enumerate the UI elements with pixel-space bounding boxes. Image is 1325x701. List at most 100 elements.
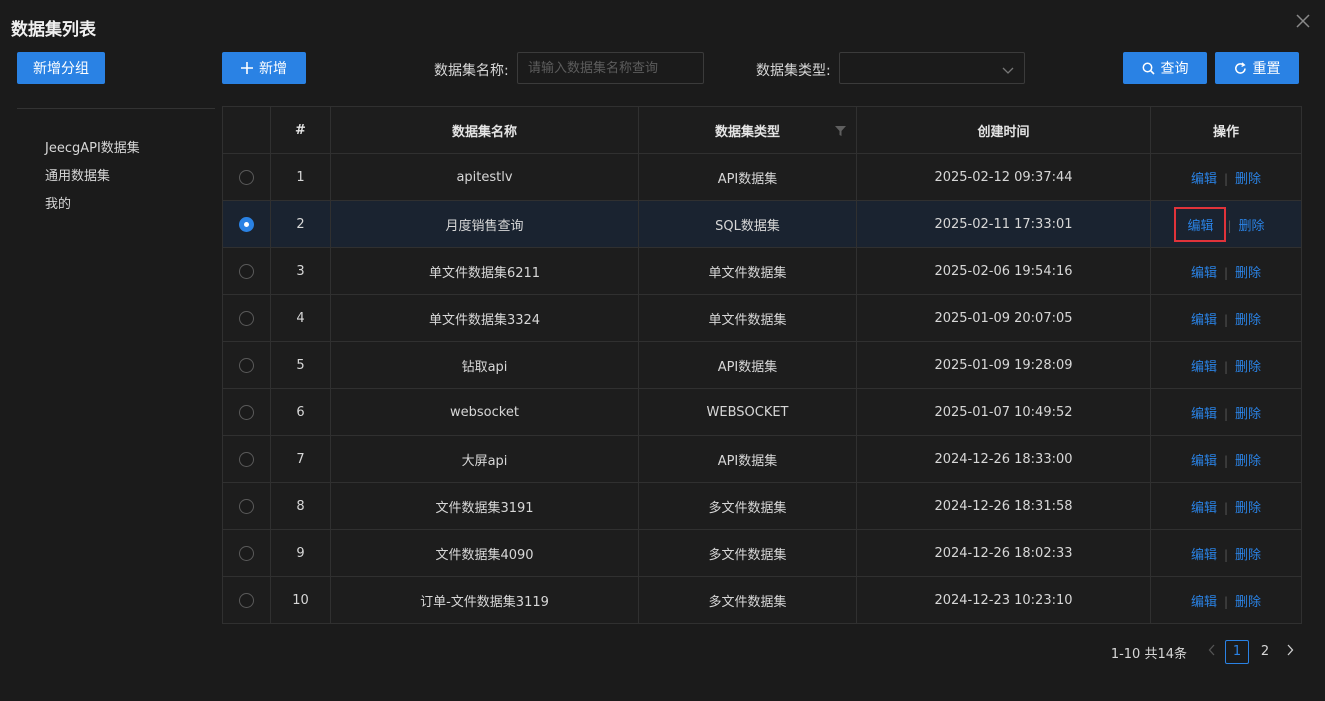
edit-link[interactable]: 编辑: [1191, 313, 1217, 328]
action-separator: |: [1223, 453, 1229, 468]
pagination-total: 1-10 共14条: [1110, 646, 1187, 662]
row-select-cell[interactable]: [222, 529, 271, 577]
table-row[interactable]: 4 单文件数据集3324 单文件数据集 2025-01-09 20:07:05 编辑 | 删…: [222, 294, 1302, 342]
row-actions: 编辑 | 删除: [1150, 341, 1302, 389]
row-created-time: 2024-12-23 10:23:10: [856, 576, 1151, 624]
row-radio[interactable]: [239, 404, 254, 420]
row-radio[interactable]: [239, 310, 254, 326]
plus-icon: [241, 62, 253, 74]
row-index: 10: [270, 576, 331, 624]
page-2-button[interactable]: 2: [1253, 640, 1277, 664]
edit-link[interactable]: 编辑: [1191, 454, 1217, 469]
prev-page-icon[interactable]: [1201, 644, 1223, 660]
dataset-name-search-input[interactable]: [517, 52, 704, 84]
row-radio[interactable]: [239, 545, 254, 561]
row-radio[interactable]: [239, 592, 254, 608]
row-radio[interactable]: [239, 169, 254, 185]
row-actions: 编辑 | 删除: [1150, 388, 1302, 436]
add-button[interactable]: 新增: [222, 52, 306, 84]
table-header-row: # 数据集名称 数据集类型 创建时间 操作: [222, 106, 1302, 154]
row-select-cell[interactable]: [222, 435, 271, 483]
row-created-time: 2024-12-26 18:31:58: [856, 482, 1151, 530]
edit-link[interactable]: 编辑: [1191, 266, 1217, 281]
edit-link[interactable]: 编辑: [1191, 360, 1217, 375]
row-radio[interactable]: [239, 263, 254, 279]
action-separator: |: [1223, 359, 1229, 374]
filter-icon[interactable]: [835, 125, 846, 140]
page-1-button[interactable]: 1: [1225, 640, 1249, 664]
row-select-cell[interactable]: [222, 294, 271, 342]
dataset-type-select[interactable]: [839, 52, 1025, 84]
delete-link[interactable]: 删除: [1235, 266, 1261, 281]
table-row[interactable]: 9 文件数据集4090 多文件数据集 2024-12-26 18:02:33 编辑 | 删除: [222, 529, 1302, 577]
delete-link[interactable]: 删除: [1235, 313, 1261, 328]
action-separator: |: [1223, 312, 1229, 327]
row-index: 2: [270, 200, 331, 248]
row-select-cell[interactable]: [222, 341, 271, 389]
row-radio[interactable]: [239, 357, 254, 373]
table-row[interactable]: 6 websocket WEBSOCKET 2025-01-07 10:49:52 编辑…: [222, 388, 1302, 436]
row-select-cell[interactable]: [222, 576, 271, 624]
pagination: 1-10 共14条 1 2: [1111, 640, 1301, 664]
dataset-table: # 数据集名称 数据集类型 创建时间 操作 1 apitestlv API数据集 20…: [222, 106, 1302, 624]
row-actions: 编辑 | 删除: [1150, 482, 1302, 530]
row-select-cell[interactable]: [222, 200, 271, 248]
table-row[interactable]: 7 大屏api API数据集 2024-12-26 18:33:00 编辑 | 删除: [222, 435, 1302, 483]
query-label: 查询: [1160, 61, 1189, 77]
close-icon[interactable]: [1294, 12, 1312, 30]
row-dataset-name: 文件数据集3191: [330, 482, 639, 530]
row-dataset-name: 月度销售查询: [330, 200, 639, 248]
delete-link[interactable]: 删除: [1235, 548, 1261, 563]
edit-link[interactable]: 编辑: [1191, 172, 1217, 187]
edit-link[interactable]: 编辑: [1191, 501, 1217, 516]
row-index: 8: [270, 482, 331, 530]
row-radio[interactable]: [239, 216, 254, 232]
delete-link[interactable]: 删除: [1239, 219, 1265, 234]
delete-link[interactable]: 删除: [1235, 501, 1261, 516]
dialog-title: 数据集列表: [11, 20, 96, 40]
group-item-mine[interactable]: 我的: [45, 193, 71, 212]
row-select-cell[interactable]: [222, 482, 271, 530]
row-select-cell[interactable]: [222, 153, 271, 201]
table-row[interactable]: 5 钻取api API数据集 2025-01-09 19:28:09 编辑 | 删除: [222, 341, 1302, 389]
row-created-time: 2025-02-12 09:37:44: [856, 153, 1151, 201]
row-radio[interactable]: [239, 498, 254, 514]
table-row[interactable]: 10 订单-文件数据集3119 多文件数据集 2024-12-23 10:23:10 编…: [222, 576, 1302, 624]
column-header-type: 数据集类型: [638, 106, 857, 154]
column-header-type-label: 数据集类型: [714, 124, 780, 140]
edit-link[interactable]: 编辑: [1191, 595, 1217, 610]
edit-link[interactable]: 编辑: [1191, 407, 1217, 422]
table-row[interactable]: 3 单文件数据集6211 单文件数据集 2025-02-06 19:54:16 编辑 | 删…: [222, 247, 1302, 295]
row-index: 1: [270, 153, 331, 201]
action-separator: |: [1223, 406, 1229, 421]
row-dataset-type: 多文件数据集: [638, 576, 857, 624]
delete-link[interactable]: 删除: [1235, 595, 1261, 610]
delete-link[interactable]: 删除: [1235, 407, 1261, 422]
row-actions: 编辑 | 删除: [1150, 200, 1302, 248]
next-page-icon[interactable]: [1279, 644, 1301, 660]
row-select-cell[interactable]: [222, 388, 271, 436]
row-select-cell[interactable]: [222, 247, 271, 295]
add-group-button[interactable]: 新增分组: [17, 52, 105, 84]
table-row[interactable]: 2 月度销售查询 SQL数据集 2025-02-11 17:33:01 编辑 | 删除: [222, 200, 1302, 248]
row-radio[interactable]: [239, 451, 254, 467]
table-row[interactable]: 8 文件数据集3191 多文件数据集 2024-12-26 18:31:58 编辑 | 删除: [222, 482, 1302, 530]
group-item-jeecgapi[interactable]: JeecgAPI数据集: [45, 137, 140, 156]
reset-button[interactable]: 重置: [1215, 52, 1299, 84]
row-created-time: 2025-02-06 19:54:16: [856, 247, 1151, 295]
sidebar-divider: [17, 108, 215, 109]
query-button[interactable]: 查询: [1123, 52, 1207, 84]
delete-link[interactable]: 删除: [1235, 172, 1261, 187]
delete-link[interactable]: 删除: [1235, 454, 1261, 469]
action-separator: |: [1223, 547, 1229, 562]
row-dataset-type: 多文件数据集: [638, 482, 857, 530]
column-header-actions: 操作: [1150, 106, 1302, 154]
group-item-general[interactable]: 通用数据集: [45, 165, 110, 184]
action-separator: |: [1223, 265, 1229, 280]
row-dataset-type: API数据集: [638, 341, 857, 389]
edit-link[interactable]: 编辑: [1191, 548, 1217, 563]
edit-link[interactable]: 编辑: [1174, 206, 1227, 242]
type-filter-label: 数据集类型:: [756, 63, 831, 79]
delete-link[interactable]: 删除: [1235, 360, 1261, 375]
table-row[interactable]: 1 apitestlv API数据集 2025-02-12 09:37:44 编辑 | 删除: [222, 153, 1302, 201]
